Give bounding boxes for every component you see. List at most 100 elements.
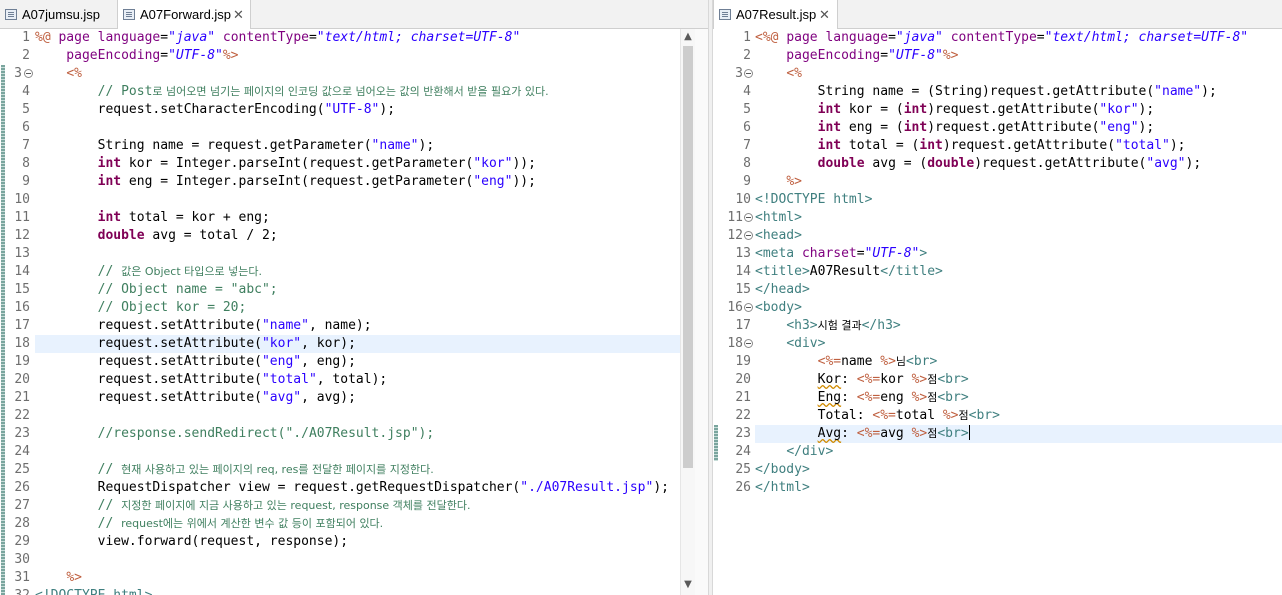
code-line[interactable]: // request에는 위에서 계산한 변수 값 등이 포함되어 있다. <box>35 515 680 533</box>
line-number: 14 <box>713 263 755 281</box>
code-line[interactable]: Avg: <%=avg %>점<br> <box>755 425 1282 443</box>
code-line[interactable]: <html> <box>755 209 1282 227</box>
code-token: "kor" <box>261 336 302 351</box>
code-token: double <box>97 228 145 243</box>
close-tab-icon[interactable]: ✕ <box>233 0 244 30</box>
close-tab-icon[interactable]: ✕ <box>819 0 830 30</box>
code-line[interactable]: // Object name = "abc"; <box>35 281 680 299</box>
fold-collapse-icon[interactable] <box>744 69 753 78</box>
code-line[interactable]: request.setAttribute("avg", avg); <box>35 389 680 407</box>
code-line[interactable]: int kor = Integer.parseInt(request.getPa… <box>35 155 680 173</box>
code-line[interactable]: double avg = total / 2; <box>35 227 680 245</box>
line-number-text: 26 <box>735 480 751 495</box>
fold-collapse-icon[interactable] <box>744 213 753 222</box>
code-token: , kor); <box>301 336 356 351</box>
code-line[interactable]: </head> <box>755 281 1282 299</box>
line-number-text: 19 <box>14 354 30 369</box>
code-line[interactable]: RequestDispatcher view = request.getRequ… <box>35 479 680 497</box>
fold-collapse-icon[interactable] <box>744 303 753 312</box>
code-text-area[interactable]: %@ page language="java" contentType="tex… <box>35 29 680 595</box>
code-line[interactable]: </html> <box>755 479 1282 497</box>
code-line[interactable]: <% <box>35 65 680 83</box>
tab-a07result[interactable]: A07Result.jsp ✕ <box>713 0 838 29</box>
code-line[interactable]: <%@ page language="java" contentType="te… <box>755 29 1282 47</box>
code-line[interactable] <box>35 119 680 137</box>
code-token: RequestDispatcher view = request.getRequ… <box>35 480 521 495</box>
code-line[interactable]: double avg = (double)request.getAttribut… <box>755 155 1282 173</box>
code-token: 님 <box>895 355 907 368</box>
scroll-up-arrow-icon[interactable]: ▲ <box>683 31 693 43</box>
code-line[interactable]: // Post로 넘어오면 넘기는 페이지의 인코딩 값으로 넘어오는 값의 반… <box>35 83 680 101</box>
code-line[interactable] <box>35 443 680 461</box>
code-line[interactable]: request.setAttribute("name", name); <box>35 317 680 335</box>
code-line[interactable]: %> <box>755 173 1282 191</box>
code-line[interactable]: // 지정한 페이지에 지금 사용하고 있는 request, response… <box>35 497 680 515</box>
code-line[interactable] <box>35 245 680 263</box>
code-line[interactable]: //response.sendRedirect("./A07Result.jsp… <box>35 425 680 443</box>
line-number: 12 <box>0 227 34 245</box>
code-token: <%= <box>856 426 881 441</box>
code-line[interactable]: // Object kor = 20; <box>35 299 680 317</box>
code-line[interactable] <box>35 407 680 425</box>
line-number-text: 27 <box>14 498 30 513</box>
fold-collapse-icon[interactable] <box>24 69 33 78</box>
code-line[interactable]: <!DOCTYPE html> <box>35 587 680 595</box>
code-line[interactable]: view.forward(request, response); <box>35 533 680 551</box>
line-number-ruler: 1 2 3 4 5 6 7 8 9 10 11 12 13 14 15 16 17 18 19 20 21 22 23 24 2… <box>713 29 755 497</box>
tab-a07jumsu[interactable]: A07jumsu.jsp <box>0 0 116 28</box>
code-text-area[interactable]: <%@ page language="java" contentType="te… <box>755 29 1282 497</box>
fold-collapse-icon[interactable] <box>744 231 753 240</box>
code-line[interactable]: <% <box>755 65 1282 83</box>
code-token: , name); <box>308 318 372 333</box>
code-line[interactable]: pageEncoding="UTF-8"%> <box>35 47 680 65</box>
code-token: Eng <box>817 390 842 405</box>
code-line[interactable]: </body> <box>755 461 1282 479</box>
line-number-text: 16 <box>14 300 30 315</box>
code-line[interactable]: <!DOCTYPE html> <box>755 191 1282 209</box>
line-number-text: 10 <box>14 192 30 207</box>
code-line[interactable]: int total = (int)request.getAttribute("t… <box>755 137 1282 155</box>
code-line[interactable]: Kor: <%=kor %>점<br> <box>755 371 1282 389</box>
scrollbar-thumb[interactable] <box>683 46 693 468</box>
code-line[interactable]: int total = kor + eng; <box>35 209 680 227</box>
code-line[interactable]: pageEncoding="UTF-8"%> <box>755 47 1282 65</box>
left-code-editor[interactable]: 1 2 3 4 5 6 7 8 9 10 11 12 13 14 15 16 17 18 19 20 21 22 23 24 2… <box>0 29 708 595</box>
code-line[interactable]: </div> <box>755 443 1282 461</box>
code-line[interactable]: request.setCharacterEncoding("UTF-8"); <box>35 101 680 119</box>
code-line[interactable]: int eng = (int)request.getAttribute("eng… <box>755 119 1282 137</box>
code-line[interactable]: <title>A07Result</title> <box>755 263 1282 281</box>
code-token: )request.getAttribute( <box>974 156 1147 171</box>
code-line[interactable]: int kor = (int)request.getAttribute("kor… <box>755 101 1282 119</box>
code-line[interactable]: <h3>시험 결과</h3> <box>755 317 1282 335</box>
code-line[interactable]: %> <box>35 569 680 587</box>
code-line[interactable]: %@ page language="java" contentType="tex… <box>35 29 680 47</box>
code-line[interactable]: request.setAttribute("total", total); <box>35 371 680 389</box>
line-number: 29 <box>0 533 34 551</box>
code-line[interactable]: <%=name %>님<br> <box>755 353 1282 371</box>
code-line[interactable]: request.setAttribute("eng", eng); <box>35 353 680 371</box>
vertical-scrollbar[interactable]: ▲ ▼ <box>680 29 695 595</box>
code-line[interactable]: int eng = Integer.parseInt(request.getPa… <box>35 173 680 191</box>
code-line[interactable]: Eng: <%=eng %>점<br> <box>755 389 1282 407</box>
code-line[interactable]: // 현재 사용하고 있는 페이지의 req, res를 전달한 페이지를 지정… <box>35 461 680 479</box>
code-line[interactable]: <body> <box>755 299 1282 317</box>
fold-collapse-icon[interactable] <box>744 339 753 348</box>
code-line[interactable]: Total: <%=total %>점<br> <box>755 407 1282 425</box>
code-line[interactable] <box>35 551 680 569</box>
code-line[interactable]: <head> <box>755 227 1282 245</box>
code-line[interactable]: // 값은 Object 타입으로 넣는다. <box>35 263 680 281</box>
code-line[interactable]: String name = (String)request.getAttribu… <box>755 83 1282 101</box>
code-line[interactable] <box>35 191 680 209</box>
line-number-text: 8 <box>22 156 30 171</box>
code-token: <br> <box>968 408 1000 423</box>
code-line[interactable]: String name = request.getParameter("name… <box>35 137 680 155</box>
code-line[interactable]: <meta charset="UTF-8"> <box>755 245 1282 263</box>
scroll-down-arrow-icon[interactable]: ▼ <box>683 579 693 591</box>
code-line[interactable]: request.setAttribute("kor", kor); <box>35 335 680 353</box>
code-line[interactable]: <div> <box>755 335 1282 353</box>
tab-a07forward[interactable]: A07Forward.jsp ✕ <box>117 0 251 29</box>
right-code-editor[interactable]: 1 2 3 4 5 6 7 8 9 10 11 12 13 14 15 16 17 18 19 20 21 22 23 24 2… <box>713 29 1282 595</box>
line-number-text: 22 <box>735 408 751 423</box>
